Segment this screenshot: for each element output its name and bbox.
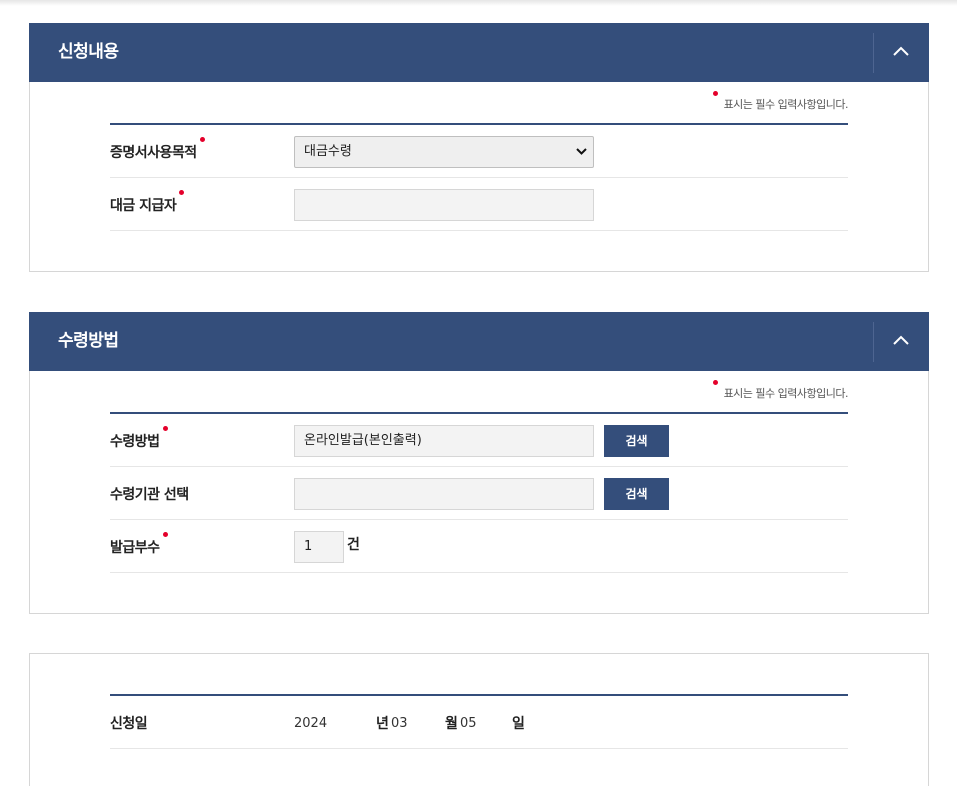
- date-form: 신청일 2024 년 03 월 05 일: [110, 694, 848, 749]
- required-note: 표시는 필수 입력사항입니다.: [712, 91, 849, 112]
- collapse-toggle-button[interactable]: [873, 322, 929, 362]
- form-row: 수령기관 선택 검색: [110, 467, 848, 520]
- copies-label: 발급부수: [110, 520, 168, 576]
- year-unit: 년: [376, 716, 389, 732]
- required-note-text: 표시는 필수 입력사항입니다.: [723, 98, 849, 111]
- required-note-text: 표시는 필수 입력사항입니다.: [723, 387, 849, 400]
- panel-header: 신청내용: [29, 23, 929, 82]
- method-search-button[interactable]: 검색: [604, 425, 669, 457]
- required-mark-icon: [199, 137, 205, 142]
- form-row: 증명서사용목적 대금수령: [110, 125, 848, 178]
- year-value: 2024: [294, 716, 328, 731]
- chevron-up-icon: [893, 335, 909, 345]
- agency-label: 수령기관 선택: [110, 487, 189, 503]
- application-form: 증명서사용목적 대금수령 대금 지급자: [110, 123, 848, 231]
- panel-title: 신청내용: [58, 42, 119, 62]
- receipt-form: 수령방법 온라인발급(본인출력) 검색 수령기관 선택 검색 발급부수 1 건: [110, 412, 848, 573]
- copies-unit: 건: [347, 537, 360, 553]
- month-value: 03: [391, 716, 408, 731]
- form-row: 발급부수 1 건: [110, 520, 848, 573]
- method-input[interactable]: 온라인발급(본인출력): [294, 425, 594, 457]
- day-unit: 일: [512, 716, 525, 732]
- method-label: 수령방법: [110, 414, 168, 470]
- form-row: 수령방법 온라인발급(본인출력) 검색: [110, 414, 848, 467]
- chevron-down-icon: [576, 148, 587, 155]
- chevron-up-icon: [893, 46, 909, 56]
- form-row: 대금 지급자: [110, 178, 848, 231]
- agency-input[interactable]: [294, 478, 594, 510]
- top-shadow: [0, 0, 957, 6]
- collapse-toggle-button[interactable]: [873, 33, 929, 73]
- day-value: 05: [460, 716, 477, 731]
- application-date-panel: 신청일 2024 년 03 월 05 일: [29, 653, 929, 786]
- form-row: 신청일 2024 년 03 월 05 일: [110, 696, 848, 749]
- payer-label: 대금 지급자: [110, 178, 185, 234]
- panel-header: 수령방법: [29, 312, 929, 371]
- receipt-method-panel: 수령방법 표시는 필수 입력사항입니다. 수령방법 온라인발급(본인출력) 검색…: [29, 312, 929, 614]
- panel-title: 수령방법: [58, 331, 119, 351]
- purpose-label: 증명서사용목적: [110, 125, 205, 181]
- application-content-panel: 신청내용 표시는 필수 입력사항입니다. 증명서사용목적 대금수령 대금 지급자: [29, 23, 929, 272]
- purpose-select[interactable]: 대금수령: [294, 136, 594, 168]
- required-mark-icon: [712, 380, 718, 385]
- required-note: 표시는 필수 입력사항입니다.: [712, 380, 849, 401]
- purpose-select-value: 대금수령: [304, 144, 352, 159]
- required-mark-icon: [179, 190, 185, 195]
- month-unit: 월: [445, 716, 458, 732]
- agency-search-button[interactable]: 검색: [604, 478, 669, 510]
- required-mark-icon: [162, 532, 168, 537]
- payer-input[interactable]: [294, 189, 594, 221]
- copies-input[interactable]: 1: [294, 531, 344, 563]
- required-mark-icon: [162, 426, 168, 431]
- required-mark-icon: [712, 91, 718, 96]
- date-label: 신청일: [110, 716, 148, 732]
